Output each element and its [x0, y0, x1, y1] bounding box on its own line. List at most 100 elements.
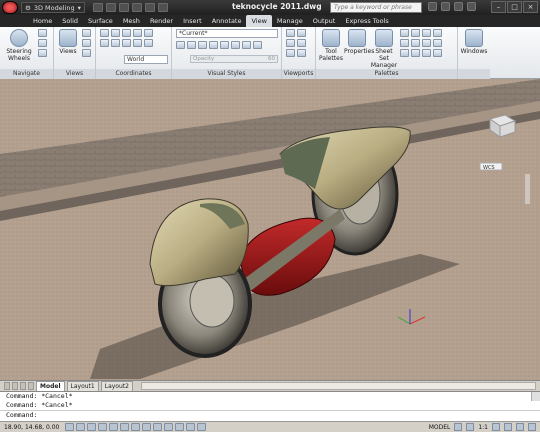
tab-view[interactable]: View	[246, 15, 272, 27]
tab-surface[interactable]: Surface	[83, 15, 118, 27]
tab-prev-arrow[interactable]	[12, 382, 18, 390]
tab-last-arrow[interactable]	[28, 382, 34, 390]
view-front-icon[interactable]	[82, 29, 91, 37]
model-space-toggle[interactable]: MODEL	[429, 424, 451, 431]
lwt-icon[interactable]	[164, 423, 174, 431]
tool-palettes-button[interactable]: Tool Palettes	[318, 29, 344, 62]
ucs-zaxis-icon[interactable]	[122, 39, 131, 47]
zoom-icon[interactable]	[38, 49, 47, 57]
viewport-restore-icon[interactable]	[297, 39, 306, 47]
communication-center-icon[interactable]	[441, 2, 450, 11]
texture-icon[interactable]	[253, 41, 262, 49]
annotation-visibility-icon[interactable]	[492, 423, 500, 431]
lighting-icon[interactable]	[220, 41, 229, 49]
color-icon[interactable]	[231, 41, 240, 49]
ucs-origin-icon[interactable]	[111, 39, 120, 47]
search-icon[interactable]	[428, 2, 437, 11]
navigation-bar[interactable]	[525, 174, 530, 204]
osnap-icon[interactable]	[109, 423, 119, 431]
pan-icon[interactable]	[38, 29, 47, 37]
3dosnap-icon[interactable]	[120, 423, 130, 431]
new-icon[interactable]	[92, 3, 103, 12]
markup-icon[interactable]	[411, 29, 420, 37]
viewport-named-icon[interactable]	[286, 39, 295, 47]
viewport-new-icon[interactable]	[297, 49, 306, 57]
ucs-icon[interactable]	[100, 29, 109, 37]
ortho-icon[interactable]	[87, 423, 97, 431]
workspace-switch-icon[interactable]	[504, 423, 512, 431]
redo-icon[interactable]	[144, 3, 155, 12]
ucs-x-icon[interactable]	[144, 39, 153, 47]
dbconnect-icon[interactable]	[433, 29, 442, 37]
pan-status-icon[interactable]	[466, 423, 475, 431]
views-button[interactable]: Views	[58, 29, 78, 55]
application-menu-button[interactable]	[2, 1, 18, 14]
save-icon[interactable]	[118, 3, 129, 12]
visual-style-mgr-icon[interactable]	[433, 49, 442, 57]
tab-home[interactable]: Home	[28, 15, 57, 27]
ucs-face-icon[interactable]	[133, 29, 142, 37]
viewport-join-icon[interactable]	[297, 29, 306, 37]
layer-icon[interactable]	[411, 39, 420, 47]
layout-tab-layout1[interactable]: Layout1	[66, 380, 99, 392]
ucs-object-icon[interactable]	[144, 29, 153, 37]
calc-icon[interactable]	[422, 29, 431, 37]
snap-icon[interactable]	[65, 423, 75, 431]
viewport-clip-icon[interactable]	[286, 49, 295, 57]
sheet-set-manager-button[interactable]: Sheet Set Manager	[370, 29, 398, 69]
orbit-icon[interactable]	[38, 39, 47, 47]
ucs-3point-icon[interactable]	[133, 39, 142, 47]
tab-express-tools[interactable]: Express Tools	[340, 15, 393, 27]
annotation-scale[interactable]: 1:1	[478, 424, 488, 431]
polar-icon[interactable]	[98, 423, 108, 431]
horizontal-scrollbar[interactable]	[140, 382, 536, 390]
lights-icon[interactable]	[411, 49, 420, 57]
layout-tab-model[interactable]: Model	[36, 380, 65, 392]
favorites-icon[interactable]	[454, 2, 463, 11]
grid-icon[interactable]	[76, 423, 86, 431]
tab-insert[interactable]: Insert	[178, 15, 207, 27]
opacity-slider[interactable]: Opacity 60	[190, 55, 278, 63]
tab-manage[interactable]: Manage	[272, 15, 308, 27]
undo-icon[interactable]	[131, 3, 142, 12]
properties-button[interactable]: Properties	[344, 29, 374, 55]
plot-icon[interactable]	[157, 3, 168, 12]
sheet-icon[interactable]	[422, 39, 431, 47]
tab-render[interactable]: Render	[145, 15, 178, 27]
command-line-icon[interactable]	[433, 39, 442, 47]
ucs-previous-icon[interactable]	[122, 29, 131, 37]
clean-screen-icon[interactable]	[528, 423, 536, 431]
tab-mesh[interactable]: Mesh	[118, 15, 145, 27]
windows-button[interactable]: Windows	[460, 29, 488, 55]
tab-next-arrow[interactable]	[20, 382, 26, 390]
steering-wheels-button[interactable]: Steering Wheels	[3, 29, 35, 62]
tab-output[interactable]: Output	[308, 15, 341, 27]
external-ref-icon[interactable]	[400, 39, 409, 47]
tpy-icon[interactable]	[175, 423, 185, 431]
shadows-icon[interactable]	[187, 41, 196, 49]
close-button[interactable]: ×	[523, 1, 538, 13]
view-iso-icon[interactable]	[82, 49, 91, 57]
design-center-icon[interactable]	[400, 29, 409, 37]
xray-icon[interactable]	[176, 41, 185, 49]
ucs-view-icon[interactable]	[100, 39, 109, 47]
view-top-icon[interactable]	[82, 39, 91, 47]
materials-icon[interactable]	[400, 49, 409, 57]
tab-solid[interactable]: Solid	[57, 15, 83, 27]
open-icon[interactable]	[105, 3, 116, 12]
layout-tab-layout2[interactable]: Layout2	[100, 380, 133, 392]
search-input[interactable]: Type a keyword or phrase	[330, 2, 422, 13]
qp-icon[interactable]	[186, 423, 196, 431]
tab-first-arrow[interactable]	[4, 382, 10, 390]
otrack-icon[interactable]	[131, 423, 141, 431]
ducs-icon[interactable]	[142, 423, 152, 431]
render-icon[interactable]	[422, 49, 431, 57]
ucs-dropdown[interactable]: World	[124, 55, 168, 64]
quick-view-icon[interactable]	[454, 423, 463, 431]
drawing-viewport[interactable]: WCS	[0, 79, 540, 380]
face-style-icon[interactable]	[209, 41, 218, 49]
minimize-button[interactable]: –	[491, 1, 506, 13]
maximize-button[interactable]: □	[507, 1, 522, 13]
viewport-config-icon[interactable]	[286, 29, 295, 37]
lock-icon[interactable]	[516, 423, 524, 431]
